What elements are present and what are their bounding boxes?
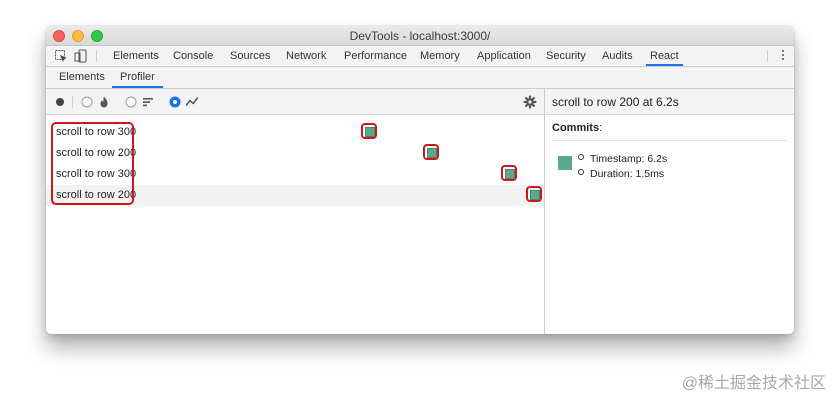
commit-marker[interactable] — [526, 186, 542, 202]
toolbar-separator — [96, 50, 97, 62]
record-icon[interactable] — [53, 95, 67, 109]
tab-console[interactable]: Console — [173, 46, 213, 66]
interactions-panel: scroll to row 300 scroll to row 200 scro… — [46, 115, 544, 334]
tab-react[interactable]: React — [646, 46, 683, 66]
detail-header: scroll to row 200 at 6.2s — [545, 89, 794, 115]
title-bar: DevTools - localhost:3000/ — [46, 26, 794, 46]
tab-memory[interactable]: Memory — [420, 46, 460, 66]
toolbar-separator — [767, 50, 768, 62]
interaction-row[interactable]: scroll to row 300 — [46, 164, 544, 185]
interactions-icon[interactable] — [185, 95, 199, 109]
tab-sources[interactable]: Sources — [230, 46, 270, 66]
main-tab-bar: Elements Console Sources Network Perform… — [46, 46, 794, 67]
watermark-text: @稀土掘金技术社区 — [681, 375, 826, 392]
tab-application[interactable]: Application — [477, 46, 531, 66]
commit-timestamp: Timestamp: 6.2s — [578, 153, 667, 165]
commit-marker[interactable] — [423, 144, 439, 160]
flame-radio-icon[interactable] — [80, 95, 94, 109]
profiler-toolbar — [46, 89, 544, 115]
window-title: DevTools - localhost:3000/ — [349, 29, 491, 43]
interaction-label: scroll to row 300 — [56, 126, 137, 138]
more-options-icon[interactable] — [781, 49, 785, 63]
toolbar-separator — [72, 96, 73, 108]
subtab-elements[interactable]: Elements — [59, 67, 105, 88]
tab-elements[interactable]: Elements — [113, 46, 159, 66]
flame-icon[interactable] — [97, 95, 111, 109]
inspect-element-icon[interactable] — [54, 49, 68, 63]
device-toolbar-icon[interactable] — [74, 49, 88, 63]
commit-swatch[interactable] — [558, 156, 572, 170]
tab-performance[interactable]: Performance — [344, 46, 407, 66]
divider — [552, 140, 787, 141]
interaction-label: scroll to row 200 — [56, 189, 137, 201]
subtab-profiler[interactable]: Profiler — [112, 67, 163, 88]
interaction-label: scroll to row 300 — [56, 168, 137, 180]
interactions-radio-icon[interactable] — [168, 95, 182, 109]
commit-duration: Duration: 1.5ms — [578, 168, 664, 180]
commits-heading: Commits: — [552, 122, 602, 134]
interaction-row[interactable]: scroll to row 300 — [46, 122, 544, 143]
detail-title: scroll to row 200 at 6.2s — [552, 95, 679, 109]
commit-marker[interactable] — [361, 123, 377, 139]
interaction-row-selected[interactable]: scroll to row 200 — [46, 185, 544, 206]
tab-audits[interactable]: Audits — [602, 46, 633, 66]
interaction-row[interactable]: scroll to row 200 — [46, 143, 544, 164]
commit-marker[interactable] — [501, 165, 517, 181]
tab-security[interactable]: Security — [546, 46, 586, 66]
interaction-detail-panel: scroll to row 200 at 6.2s Commits: Times… — [544, 89, 794, 334]
settings-icon[interactable] — [523, 95, 537, 109]
interaction-label: scroll to row 200 — [56, 147, 137, 159]
tab-network[interactable]: Network — [286, 46, 326, 66]
ranked-radio-icon[interactable] — [124, 95, 138, 109]
commits-label: Commits — [552, 122, 600, 134]
devtools-window: DevTools - localhost:3000/ Elements Cons… — [46, 26, 794, 334]
ranked-icon[interactable] — [141, 95, 155, 109]
commits-colon: : — [599, 122, 603, 134]
react-subtab-bar: Elements Profiler — [46, 67, 794, 89]
